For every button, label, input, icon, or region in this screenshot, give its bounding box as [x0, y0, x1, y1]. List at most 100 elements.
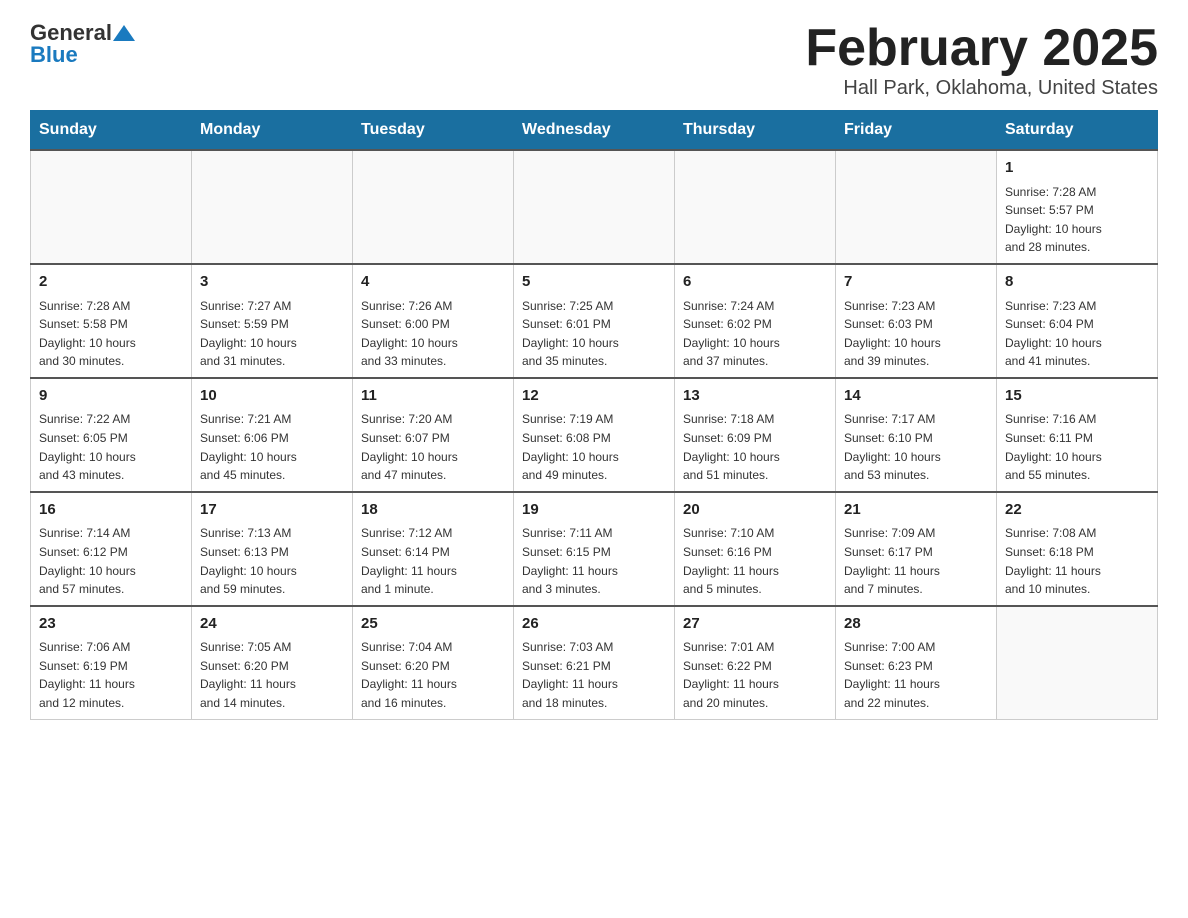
table-row: 15Sunrise: 7:16 AM Sunset: 6:11 PM Dayli… — [997, 378, 1158, 492]
table-row: 18Sunrise: 7:12 AM Sunset: 6:14 PM Dayli… — [353, 492, 514, 606]
day-info: Sunrise: 7:01 AM Sunset: 6:22 PM Dayligh… — [683, 638, 827, 712]
table-row: 9Sunrise: 7:22 AM Sunset: 6:05 PM Daylig… — [31, 378, 192, 492]
day-number: 3 — [200, 271, 344, 294]
day-info: Sunrise: 7:17 AM Sunset: 6:10 PM Dayligh… — [844, 410, 988, 484]
day-info: Sunrise: 7:13 AM Sunset: 6:13 PM Dayligh… — [200, 524, 344, 598]
col-thursday: Thursday — [675, 111, 836, 151]
table-row: 17Sunrise: 7:13 AM Sunset: 6:13 PM Dayli… — [192, 492, 353, 606]
table-row: 6 Sunrise: 7:24 AM Sunset: 6:02 PM Daylig… — [675, 264, 836, 378]
day-info: Sunrise: 7:11 AM Sunset: 6:15 PM Dayligh… — [522, 524, 666, 598]
page-title: February 2025 — [805, 20, 1158, 77]
day-info: Sunrise: 7:21 AM Sunset: 6:06 PM Dayligh… — [200, 410, 344, 484]
day-info: Sunrise: 7:08 AM Sunset: 6:18 PM Dayligh… — [1005, 524, 1149, 598]
day-number: 16 — [39, 499, 183, 522]
day-number: 24 — [200, 613, 344, 636]
table-row: 25Sunrise: 7:04 AM Sunset: 6:20 PM Dayli… — [353, 606, 514, 719]
day-info: Sunrise: 7:04 AM Sunset: 6:20 PM Dayligh… — [361, 638, 505, 712]
table-row: 10Sunrise: 7:21 AM Sunset: 6:06 PM Dayli… — [192, 378, 353, 492]
day-number: 19 — [522, 499, 666, 522]
calendar-week-row: 16Sunrise: 7:14 AM Sunset: 6:12 PM Dayli… — [31, 492, 1158, 606]
day-number: 22 — [1005, 499, 1149, 522]
day-number: 18 — [361, 499, 505, 522]
day-number: 8 — [1005, 271, 1149, 294]
page-header: General Blue February 2025 Hall Park, Ok… — [30, 20, 1158, 100]
table-row: 23Sunrise: 7:06 AM Sunset: 6:19 PM Dayli… — [31, 606, 192, 719]
page-subtitle: Hall Park, Oklahoma, United States — [805, 77, 1158, 100]
day-number: 1 — [1005, 157, 1149, 180]
title-block: February 2025 Hall Park, Oklahoma, Unite… — [805, 20, 1158, 100]
table-row: 19Sunrise: 7:11 AM Sunset: 6:15 PM Dayli… — [514, 492, 675, 606]
day-info: Sunrise: 7:19 AM Sunset: 6:08 PM Dayligh… — [522, 410, 666, 484]
day-info: Sunrise: 7:24 AM Sunset: 6:02 PM Dayligh… — [683, 297, 827, 371]
day-number: 4 — [361, 271, 505, 294]
col-saturday: Saturday — [997, 111, 1158, 151]
col-wednesday: Wednesday — [514, 111, 675, 151]
day-number: 27 — [683, 613, 827, 636]
table-row: 7Sunrise: 7:23 AM Sunset: 6:03 PM Daylig… — [836, 264, 997, 378]
day-info: Sunrise: 7:05 AM Sunset: 6:20 PM Dayligh… — [200, 638, 344, 712]
day-info: Sunrise: 7:16 AM Sunset: 6:11 PM Dayligh… — [1005, 410, 1149, 484]
table-row: 27Sunrise: 7:01 AM Sunset: 6:22 PM Dayli… — [675, 606, 836, 719]
table-row: 1 Sunrise: 7:28 AM Sunset: 5:57 PM Daylig… — [997, 150, 1158, 264]
table-row: 3Sunrise: 7:27 AM Sunset: 5:59 PM Daylig… — [192, 264, 353, 378]
day-number: 6 — [683, 271, 827, 294]
table-row — [836, 150, 997, 264]
col-tuesday: Tuesday — [353, 111, 514, 151]
col-monday: Monday — [192, 111, 353, 151]
day-info: Sunrise: 7:10 AM Sunset: 6:16 PM Dayligh… — [683, 524, 827, 598]
table-row: 28Sunrise: 7:00 AM Sunset: 6:23 PM Dayli… — [836, 606, 997, 719]
table-row: 4 Sunrise: 7:26 AM Sunset: 6:00 PM Daylig… — [353, 264, 514, 378]
day-number: 15 — [1005, 385, 1149, 408]
day-number: 17 — [200, 499, 344, 522]
day-info: Sunrise: 7:03 AM Sunset: 6:21 PM Dayligh… — [522, 638, 666, 712]
day-number: 5 — [522, 271, 666, 294]
logo-triangle-icon — [113, 25, 124, 41]
table-row: 26Sunrise: 7:03 AM Sunset: 6:21 PM Dayli… — [514, 606, 675, 719]
day-info: Sunrise: 7:23 AM Sunset: 6:04 PM Dayligh… — [1005, 297, 1149, 371]
day-number: 28 — [844, 613, 988, 636]
day-number: 11 — [361, 385, 505, 408]
table-row — [31, 150, 192, 264]
calendar-week-row: 2 Sunrise: 7:28 AM Sunset: 5:58 PM Daylig… — [31, 264, 1158, 378]
day-number: 20 — [683, 499, 827, 522]
calendar-week-row: 9Sunrise: 7:22 AM Sunset: 6:05 PM Daylig… — [31, 378, 1158, 492]
table-row — [353, 150, 514, 264]
day-info: Sunrise: 7:06 AM Sunset: 6:19 PM Dayligh… — [39, 638, 183, 712]
day-info: Sunrise: 7:09 AM Sunset: 6:17 PM Dayligh… — [844, 524, 988, 598]
table-row: 16Sunrise: 7:14 AM Sunset: 6:12 PM Dayli… — [31, 492, 192, 606]
table-row: 14Sunrise: 7:17 AM Sunset: 6:10 PM Dayli… — [836, 378, 997, 492]
day-info: Sunrise: 7:00 AM Sunset: 6:23 PM Dayligh… — [844, 638, 988, 712]
day-number: 12 — [522, 385, 666, 408]
day-number: 10 — [200, 385, 344, 408]
day-number: 26 — [522, 613, 666, 636]
table-row: 24Sunrise: 7:05 AM Sunset: 6:20 PM Dayli… — [192, 606, 353, 719]
day-number: 13 — [683, 385, 827, 408]
day-info: Sunrise: 7:28 AM Sunset: 5:57 PM Dayligh… — [1005, 183, 1149, 257]
table-row — [675, 150, 836, 264]
table-row — [514, 150, 675, 264]
calendar-header-row: Sunday Monday Tuesday Wednesday Thursday… — [31, 111, 1158, 151]
table-row — [192, 150, 353, 264]
day-info: Sunrise: 7:28 AM Sunset: 5:58 PM Dayligh… — [39, 297, 183, 371]
day-info: Sunrise: 7:20 AM Sunset: 6:07 PM Dayligh… — [361, 410, 505, 484]
table-row: 11Sunrise: 7:20 AM Sunset: 6:07 PM Dayli… — [353, 378, 514, 492]
logo-blue-text: Blue — [30, 42, 78, 68]
table-row: 22Sunrise: 7:08 AM Sunset: 6:18 PM Dayli… — [997, 492, 1158, 606]
table-row — [997, 606, 1158, 719]
day-number: 9 — [39, 385, 183, 408]
calendar-week-row: 23Sunrise: 7:06 AM Sunset: 6:19 PM Dayli… — [31, 606, 1158, 719]
calendar-week-row: 1 Sunrise: 7:28 AM Sunset: 5:57 PM Daylig… — [31, 150, 1158, 264]
table-row: 13Sunrise: 7:18 AM Sunset: 6:09 PM Dayli… — [675, 378, 836, 492]
day-number: 2 — [39, 271, 183, 294]
day-info: Sunrise: 7:26 AM Sunset: 6:00 PM Dayligh… — [361, 297, 505, 371]
day-info: Sunrise: 7:22 AM Sunset: 6:05 PM Dayligh… — [39, 410, 183, 484]
table-row: 20Sunrise: 7:10 AM Sunset: 6:16 PM Dayli… — [675, 492, 836, 606]
day-number: 23 — [39, 613, 183, 636]
day-info: Sunrise: 7:23 AM Sunset: 6:03 PM Dayligh… — [844, 297, 988, 371]
calendar-table: Sunday Monday Tuesday Wednesday Thursday… — [30, 110, 1158, 719]
day-number: 14 — [844, 385, 988, 408]
day-number: 25 — [361, 613, 505, 636]
col-friday: Friday — [836, 111, 997, 151]
table-row: 21Sunrise: 7:09 AM Sunset: 6:17 PM Dayli… — [836, 492, 997, 606]
day-info: Sunrise: 7:12 AM Sunset: 6:14 PM Dayligh… — [361, 524, 505, 598]
